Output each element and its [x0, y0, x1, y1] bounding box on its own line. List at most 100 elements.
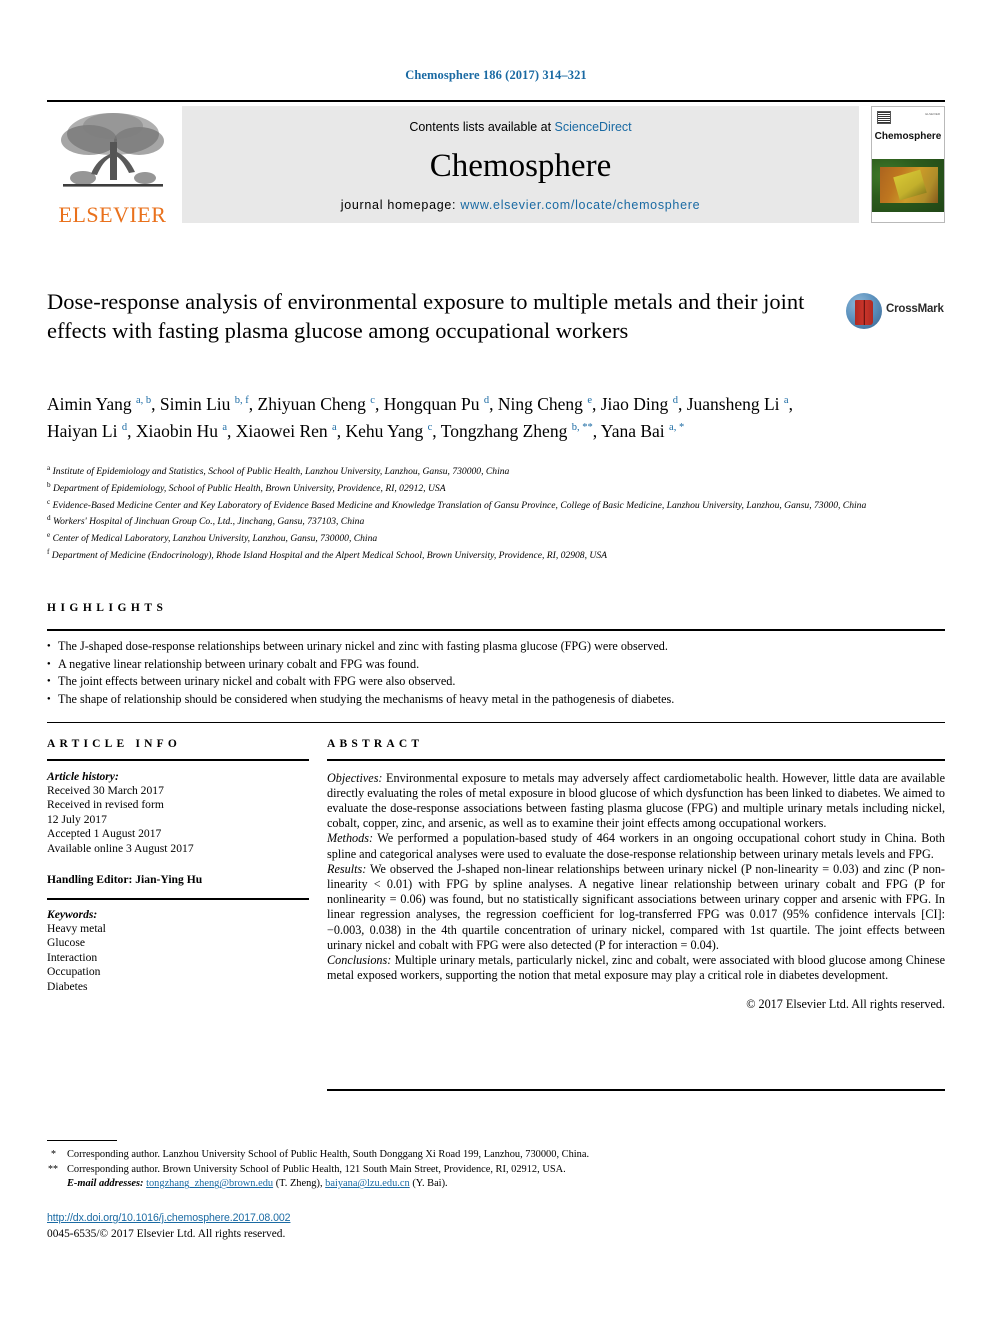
affiliation-text: Evidence-Based Medicine Center and Key L…: [50, 499, 867, 511]
abstract-results-label: Results:: [327, 861, 367, 876]
abstract-methods-text: We performed a population-based study of…: [327, 831, 945, 861]
footnote-block: * Corresponding author. Lanzhou Universit…: [47, 1148, 927, 1192]
email-label: E-mail addresses:: [67, 1178, 144, 1190]
cover-corner-label: ELSEVIER: [925, 112, 940, 116]
article-history-row: Accepted 1 August 2017: [47, 827, 162, 841]
email-1-attrib: (T. Zheng),: [273, 1178, 326, 1190]
keyword-item: Occupation: [47, 965, 101, 979]
keyword-item: Glucose: [47, 936, 85, 950]
journal-article-first-page: Chemosphere 186 (2017) 314–321 ELSEVIER …: [0, 0, 992, 1323]
doi-link[interactable]: http://dx.doi.org/10.1016/j.chemosphere.…: [47, 1212, 291, 1224]
crossmark-badge[interactable]: CrossMark: [846, 291, 944, 331]
abstract-conclusions-label: Conclusions:: [327, 953, 392, 968]
highlights-list: The J-shaped dose-response relationships…: [47, 638, 945, 708]
author-list: Aimin Yang a, b, Simin Liu b, f, Zhiyuan…: [47, 393, 793, 441]
contents-prefix: Contents lists available at: [409, 120, 555, 134]
corr-1-marker: *: [51, 1149, 56, 1160]
highlight-item: The J-shaped dose-response relationships…: [47, 638, 945, 656]
email-2-attrib: (Y. Bai).: [409, 1178, 448, 1190]
affiliation-text: Center of Medical Laboratory, Lanzhou Un…: [50, 533, 378, 545]
keyword-item: Diabetes: [47, 979, 88, 993]
abstract-bottom-rule: [327, 1089, 945, 1091]
abstract-objectives-label: Objectives:: [327, 770, 383, 785]
affiliation-c: c Evidence-Based Medicine Center and Key…: [47, 496, 927, 513]
article-history: Article history: Received 30 March 2017 R…: [47, 770, 309, 856]
affiliation-list: a Institute of Epidemiology and Statisti…: [47, 462, 927, 563]
masthead-top-rule: [47, 100, 945, 102]
email-link-2[interactable]: baiyana@lzu.edu.cn: [325, 1178, 410, 1189]
article-history-row: Available online 3 August 2017: [47, 841, 194, 855]
masthead-grey-panel: Contents lists available at ScienceDirec…: [182, 106, 859, 223]
cover-journal-title: Chemosphere: [874, 131, 942, 142]
affiliation-b: b Department of Epidemiology, School of …: [47, 479, 927, 496]
abstract-methods: Methods: We performed a population-based…: [327, 831, 945, 861]
email-addresses: E-mail addresses: tongzhang_zheng@brown.…: [47, 1177, 927, 1192]
article-history-label: Article history:: [47, 769, 119, 783]
article-info-heading: ARTICLE INFO: [47, 738, 182, 750]
abstract-column: ABSTRACT Objectives: Environmental expos…: [327, 738, 945, 1013]
keyword-item: Interaction: [47, 950, 98, 964]
running-head: Chemosphere 186 (2017) 314–321: [405, 68, 587, 82]
elsevier-tree-icon: [61, 113, 164, 187]
abstract-heading: ABSTRACT: [327, 738, 424, 750]
journal-title: Chemosphere: [429, 148, 612, 184]
corr-2-marker: **: [48, 1163, 58, 1175]
abstract-results-text: We observed the J-shaped non-linear rela…: [327, 861, 945, 952]
article-info-column: ARTICLE INFO Article history: Received 3…: [47, 738, 309, 994]
article-history-row: Received in revised form: [47, 798, 164, 812]
affiliation-text: Institute of Epidemiology and Statistics…: [50, 466, 510, 478]
highlight-item: A negative linear relationship between u…: [47, 656, 945, 674]
issn-copyright-line: 0045-6535/© 2017 Elsevier Ltd. All right…: [47, 1228, 286, 1240]
affiliation-d: d Workers' Hospital of Jinchuan Group Co…: [47, 512, 927, 529]
highlights-heading: HIGHLIGHTS: [47, 602, 168, 614]
corr-1-text: Corresponding author. Lanzhou University…: [67, 1149, 590, 1160]
article-history-rows: Received 30 March 2017 Received in revise…: [47, 784, 309, 856]
affiliation-e: e Center of Medical Laboratory, Lanzhou …: [47, 529, 927, 546]
highlight-item: The shape of relationship should be cons…: [47, 691, 945, 709]
elsevier-wordmark: ELSEVIER: [58, 202, 167, 227]
abstract-body: Objectives: Environmental exposure to me…: [327, 771, 945, 1013]
elsevier-logo: ELSEVIER: [47, 106, 178, 230]
cover-photo: [872, 159, 944, 214]
abstract-objectives: Objectives: Environmental exposure to me…: [327, 771, 945, 832]
cover-bottom-band: [872, 212, 944, 222]
affiliation-a: a Institute of Epidemiology and Statisti…: [47, 462, 927, 479]
corr-2-text: Corresponding author. Brown University S…: [67, 1163, 566, 1175]
crossmark-book-icon: [855, 300, 873, 325]
abstract-conclusions-text: Multiple urinary metals, particularly ni…: [327, 953, 945, 983]
abstract-rule: [327, 759, 945, 761]
cover-elsevier-mark-icon: [877, 111, 891, 124]
crossmark-circle-icon: [846, 293, 882, 329]
email-link-1[interactable]: tongzhang_zheng@brown.edu: [146, 1178, 273, 1189]
journal-homepage-line: journal homepage: www.elsevier.com/locat…: [182, 198, 859, 212]
abstract-results: Results: We observed the J-shaped non-li…: [327, 862, 945, 953]
article-history-row: Received 30 March 2017: [47, 784, 164, 797]
handling-editor: Handling Editor: Jian-Ying Hu: [47, 873, 203, 887]
article-history-row: 12 July 2017: [47, 812, 107, 826]
contents-available-line: Contents lists available at ScienceDirec…: [182, 120, 859, 134]
keywords-label: Keywords:: [47, 907, 98, 921]
keyword-item: Heavy metal: [47, 922, 106, 936]
abstract-conclusions: Conclusions: Multiple urinary metals, pa…: [327, 953, 945, 983]
journal-homepage-link[interactable]: www.elsevier.com/locate/chemosphere: [460, 198, 700, 212]
corresponding-author-1: * Corresponding author. Lanzhou Universit…: [47, 1148, 927, 1163]
affiliation-text: Department of Medicine (Endocrinology), …: [49, 550, 607, 562]
journal-cover-thumbnail: ELSEVIER Chemosphere: [871, 106, 945, 223]
abstract-objectives-text: Environmental exposure to metals may adv…: [327, 770, 945, 831]
affiliation-text: Workers' Hospital of Jinchuan Group Co.,…: [50, 516, 365, 528]
homepage-prefix: journal homepage:: [340, 198, 461, 212]
crossmark-label: CrossMark: [886, 303, 944, 315]
highlight-item: The joint effects between urinary nickel…: [47, 673, 945, 691]
sciencedirect-link[interactable]: ScienceDirect: [555, 120, 632, 134]
keywords-rule: [47, 898, 309, 900]
abstract-copyright: © 2017 Elsevier Ltd. All rights reserved…: [746, 997, 945, 1012]
keyword-rows: Heavy metal Glucose Interaction Occupation D…: [47, 922, 309, 994]
page-title: Dose-response analysis of environmental …: [47, 289, 805, 343]
highlights-bottom-rule: [47, 722, 945, 723]
affiliation-f: f Department of Medicine (Endocrinology)…: [47, 546, 927, 563]
footnote-rule: [47, 1140, 117, 1141]
journal-masthead: ELSEVIER Contents lists available at Sci…: [47, 100, 945, 231]
highlights-rule: [47, 629, 945, 631]
affiliation-text: Department of Epidemiology, School of Pu…: [50, 482, 446, 494]
article-info-rule: [47, 759, 309, 761]
